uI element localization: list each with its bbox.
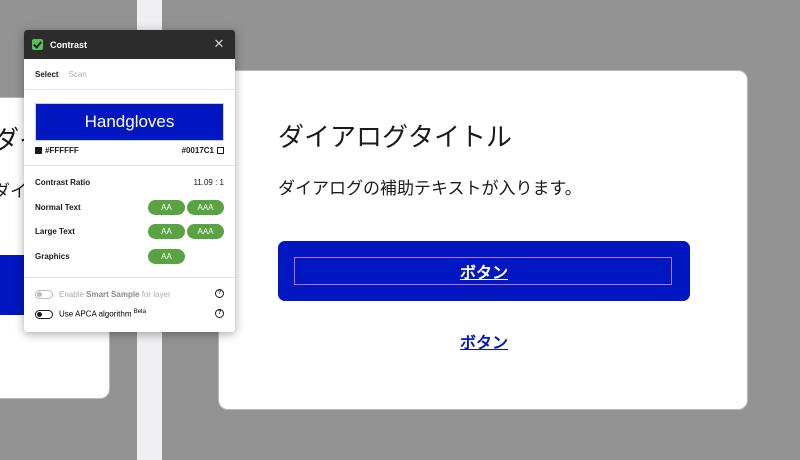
background-hex: #0017C1: [181, 146, 214, 155]
apca-toggle[interactable]: [35, 309, 53, 319]
foreground-swatch-icon: [35, 147, 42, 155]
tab-select[interactable]: Select: [35, 70, 59, 79]
check-row-large-text: Large Text AA AAA: [35, 223, 224, 239]
pass-badge: AA: [148, 199, 185, 215]
primary-button-label: ボタン: [459, 263, 508, 282]
badge-placeholder: [187, 249, 224, 264]
tab-scan[interactable]: Scan: [69, 70, 87, 79]
foreground-color[interactable]: #FFFFFF: [35, 146, 79, 155]
check-row-normal-text: Normal Text AA AAA: [35, 199, 224, 215]
background-color[interactable]: #0017C1: [182, 146, 224, 155]
dialog-subtitle: ダイアログの補助テキストが入ります。: [278, 179, 582, 199]
smart-sample-option: Enable Smart Sample for layer ?: [35, 287, 224, 301]
pass-badge: AAA: [187, 199, 224, 215]
dialog-title: ダイアログタイトル: [278, 123, 513, 153]
check-label: Graphics: [35, 251, 70, 261]
check-label: Large Text: [35, 226, 75, 236]
check-label: Normal Text: [35, 202, 81, 212]
pass-badge: AA: [148, 223, 185, 239]
primary-button[interactable]: ボタン: [278, 241, 690, 301]
divider: [24, 277, 235, 278]
link-button[interactable]: ボタン: [219, 329, 749, 353]
contrast-logo-icon: [32, 39, 43, 50]
plugin-header: Contrast ✕: [24, 30, 235, 59]
smart-sample-toggle[interactable]: [35, 289, 53, 299]
pass-badge: AAA: [187, 223, 224, 239]
plugin-title: Contrast: [50, 39, 88, 50]
check-row-graphics: Graphics AA: [35, 248, 224, 264]
divider: [24, 165, 235, 166]
contrast-ratio-label: Contrast Ratio: [35, 177, 91, 187]
background-swatch-icon: [217, 147, 224, 155]
plugin-tabs: Select Scan: [24, 59, 235, 90]
contrast-plugin-panel: Contrast ✕ Select Scan Handgloves #FFFFF…: [24, 30, 235, 332]
dialog: ダイアログタイトル ダイアログの補助テキストが入ります。 ボタン ボタン: [218, 70, 748, 410]
help-icon[interactable]: ?: [215, 289, 224, 298]
apca-label: Use APCA algorithm Beta: [59, 309, 147, 319]
contrast-ratio-row: Contrast Ratio 11.09 : 1: [35, 174, 224, 190]
smart-sample-label: Enable Smart Sample for layer: [59, 289, 171, 299]
foreground-hex: #FFFFFF: [45, 146, 79, 155]
apca-option: Use APCA algorithm Beta ?: [35, 307, 224, 321]
contrast-preview: Handgloves: [35, 103, 224, 141]
contrast-ratio-value: 11.09 : 1: [193, 177, 224, 187]
close-icon[interactable]: ✕: [213, 37, 225, 50]
color-hex-row: #FFFFFF #0017C1: [35, 146, 224, 155]
help-icon[interactable]: ?: [215, 309, 224, 318]
pass-badge: AA: [148, 248, 185, 264]
